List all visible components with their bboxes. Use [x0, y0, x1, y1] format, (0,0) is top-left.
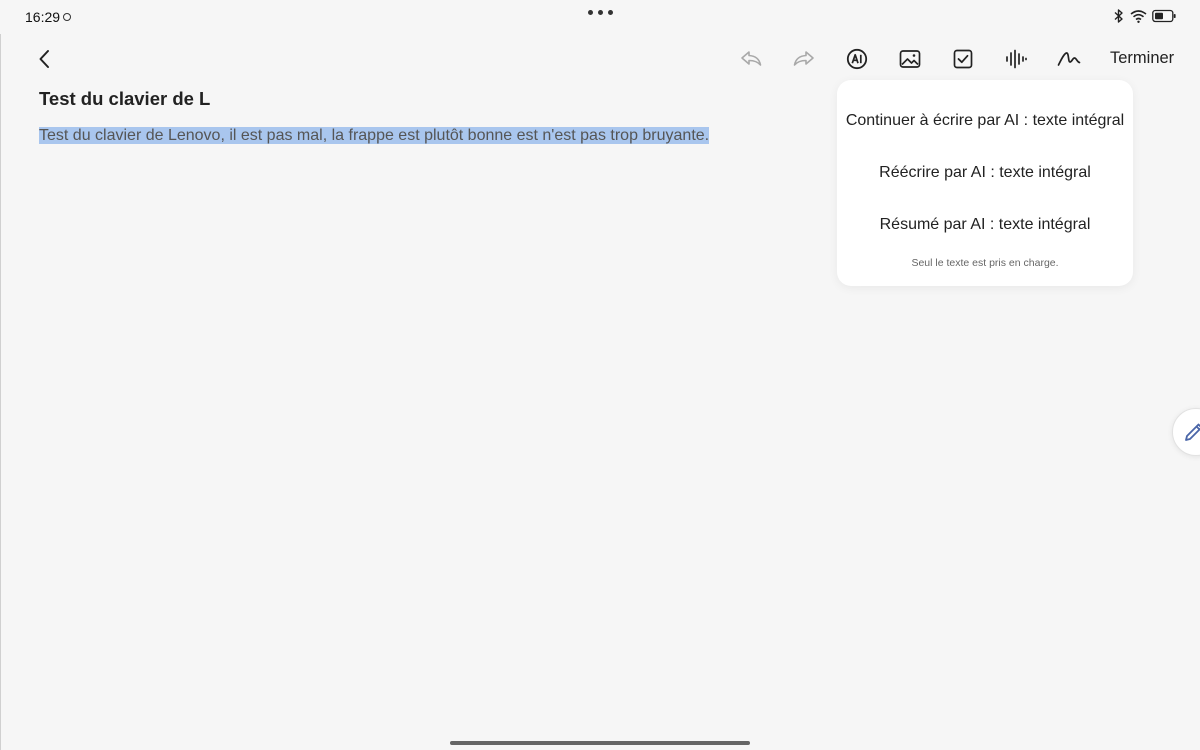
voice-icon: [1006, 49, 1027, 69]
undo-button[interactable]: [737, 45, 765, 73]
status-time: 16:29: [25, 9, 61, 25]
redo-button[interactable]: [790, 45, 818, 73]
image-icon: [899, 50, 921, 68]
wifi-icon: [1130, 10, 1147, 23]
sync-indicator-icon: [63, 13, 71, 21]
ai-button[interactable]: [843, 45, 871, 73]
ai-menu-popup: Continuer à écrire par AI : texte intégr…: [837, 80, 1133, 286]
status-bar: 16:29: [0, 0, 1200, 32]
pen-floating-button[interactable]: [1172, 408, 1200, 456]
handwriting-button[interactable]: [1055, 45, 1083, 73]
note-title[interactable]: Test du clavier de L: [39, 88, 210, 110]
ai-menu-footnote: Seul le texte est pris en charge.: [911, 257, 1059, 269]
redo-icon: [793, 51, 814, 66]
undo-icon: [741, 51, 762, 66]
back-button[interactable]: [30, 46, 58, 72]
checkbox-icon: [953, 49, 973, 69]
multitask-menu-icon[interactable]: [588, 10, 613, 15]
status-icons: [1113, 9, 1176, 23]
pen-icon: [1185, 423, 1200, 441]
chevron-left-icon: [39, 50, 49, 68]
battery-icon: [1152, 9, 1176, 23]
checklist-button[interactable]: [949, 45, 977, 73]
handwriting-icon: [1057, 52, 1081, 66]
bluetooth-icon: [1114, 9, 1123, 23]
note-body[interactable]: Test du clavier de Lenovo, il est pas ma…: [39, 126, 710, 146]
ai-continue-writing-option[interactable]: Continuer à écrire par AI : texte intégr…: [837, 112, 1133, 130]
voice-recording-button[interactable]: [1002, 45, 1030, 73]
selected-text[interactable]: Test du clavier de Lenovo, il est pas ma…: [39, 127, 710, 144]
notes-app-screen: 16:29 Terminer Test du clavier de L Test…: [0, 0, 1200, 750]
insert-image-button[interactable]: [896, 45, 924, 73]
ai-rewrite-option[interactable]: Réécrire par AI : texte intégral: [837, 164, 1133, 182]
home-indicator[interactable]: [450, 741, 750, 745]
window-edge: [0, 34, 1, 750]
ai-icon: [846, 48, 868, 70]
ai-summary-option[interactable]: Résumé par AI : texte intégral: [837, 216, 1133, 234]
finish-button[interactable]: Terminer: [1110, 49, 1174, 68]
